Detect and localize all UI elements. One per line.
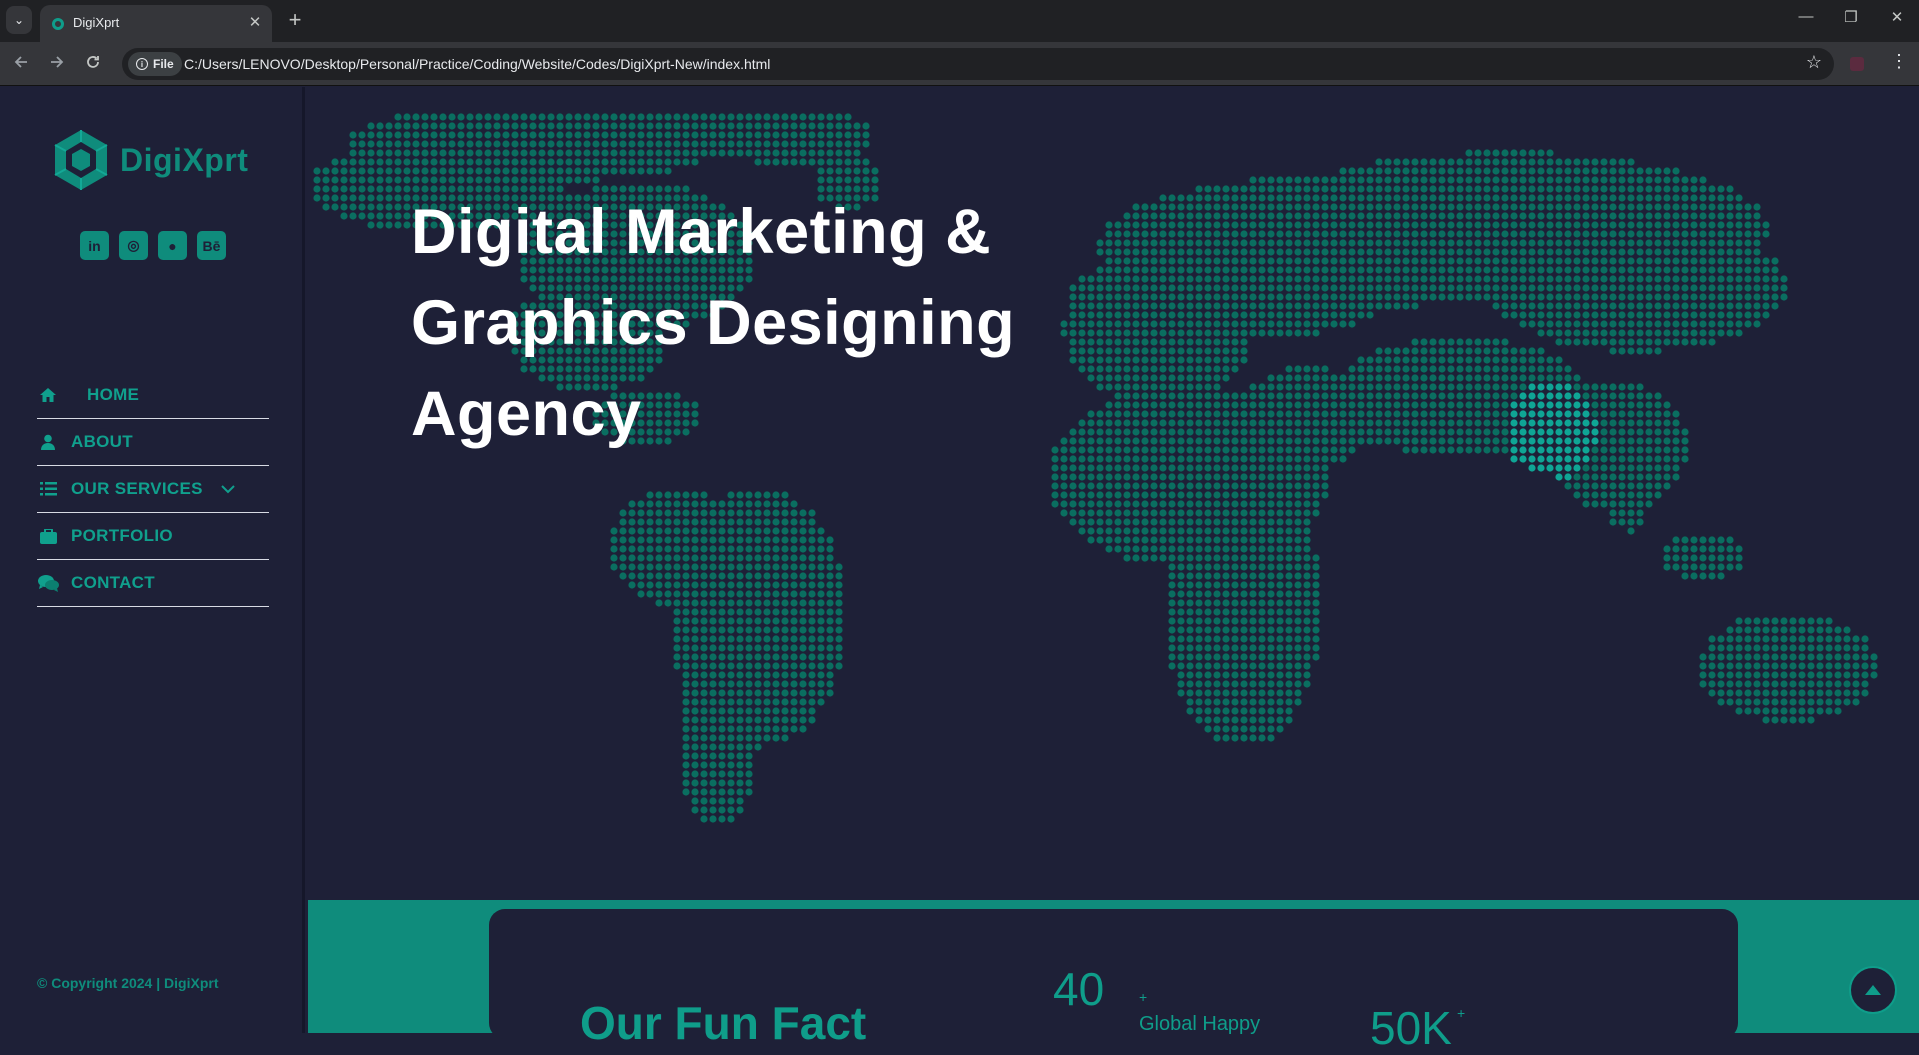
nav-label-portfolio: PORTFOLIO bbox=[71, 526, 173, 545]
logo-text: DigiXprt bbox=[120, 141, 249, 178]
behance-icon[interactable]: Bē bbox=[197, 231, 226, 260]
favicon-icon bbox=[52, 18, 64, 30]
browser-tab-bar: ⌄ DigiXprt ✕ + — ❐ ✕ bbox=[0, 0, 1919, 42]
url-text[interactable]: C:/Users/LENOVO/Desktop/Personal/Practic… bbox=[184, 56, 770, 72]
social-links: in ◎ ● Bē bbox=[80, 231, 226, 260]
minimize-button[interactable]: — bbox=[1791, 8, 1821, 25]
sidebar: DigiXprt in ◎ ● Bē HOME ABOUT OUR SERVIC… bbox=[0, 87, 305, 1033]
back-button[interactable] bbox=[8, 51, 34, 77]
github-icon[interactable]: ● bbox=[158, 231, 187, 260]
window-close-button[interactable]: ✕ bbox=[1882, 8, 1912, 26]
scroll-to-top-button[interactable] bbox=[1849, 966, 1897, 1014]
browser-tab[interactable]: DigiXprt ✕ bbox=[40, 5, 272, 42]
tab-title: DigiXprt bbox=[73, 15, 120, 30]
nav-item-services[interactable]: OUR SERVICES bbox=[37, 466, 269, 513]
stat-value-clients: 40 bbox=[1053, 963, 1105, 1015]
arrow-left-icon bbox=[14, 56, 27, 68]
hexagon-logo-icon bbox=[54, 130, 108, 190]
forward-button[interactable] bbox=[44, 51, 70, 77]
nav-label-about: ABOUT bbox=[71, 432, 133, 451]
hero-title: Digital Marketing & Graphics Designing A… bbox=[411, 187, 1015, 460]
hero-title-line-3: Agency bbox=[411, 379, 642, 449]
fun-fact-heading: Our Fun Fact bbox=[580, 997, 867, 1049]
reload-button[interactable] bbox=[80, 51, 106, 77]
nav-label-contact: CONTACT bbox=[71, 573, 155, 592]
comments-icon bbox=[37, 574, 59, 592]
hero-title-line-2: Graphics Designing bbox=[411, 288, 1016, 358]
fun-fact-section: Our Fun Fact 40 + Global Happy 50K + bbox=[308, 900, 1919, 1054]
tab-search-button[interactable]: ⌄ bbox=[6, 6, 32, 34]
restore-button[interactable]: ❐ bbox=[1836, 8, 1866, 26]
arrow-up-icon bbox=[1865, 985, 1881, 995]
user-icon bbox=[37, 434, 59, 450]
reload-icon bbox=[87, 56, 99, 68]
logo[interactable]: DigiXprt bbox=[48, 127, 248, 193]
nav-label-home: HOME bbox=[87, 385, 140, 404]
main-nav: HOME ABOUT OUR SERVICES PORTFOLIO CONTAC… bbox=[37, 372, 269, 607]
address-bar[interactable]: i File C:/Users/LENOVO/Desktop/Personal/… bbox=[122, 48, 1834, 80]
instagram-icon[interactable]: ◎ bbox=[119, 231, 148, 260]
stat-value-second: 50K bbox=[1370, 1002, 1452, 1054]
site-chip-label: File bbox=[153, 57, 174, 71]
tab-close-button[interactable]: ✕ bbox=[246, 13, 264, 31]
browser-toolbar: i File C:/Users/LENOVO/Desktop/Personal/… bbox=[0, 42, 1919, 86]
extension-icon[interactable] bbox=[1850, 57, 1864, 71]
nav-item-home[interactable]: HOME bbox=[37, 372, 269, 419]
briefcase-icon bbox=[37, 528, 59, 544]
chevron-down-icon[interactable] bbox=[221, 479, 235, 499]
linkedin-icon[interactable]: in bbox=[80, 231, 109, 260]
stat-suffix-second: + bbox=[1457, 1005, 1466, 1021]
home-icon bbox=[37, 387, 59, 403]
new-tab-button[interactable]: + bbox=[282, 6, 308, 34]
bookmark-star-icon[interactable]: ☆ bbox=[1806, 52, 1822, 73]
hero-title-line-1: Digital Marketing & bbox=[411, 197, 992, 267]
info-icon: i bbox=[136, 58, 148, 70]
arrow-right-icon bbox=[51, 56, 64, 68]
copyright-text: © Copyright 2024 | DigiXprt bbox=[37, 975, 219, 991]
nav-item-contact[interactable]: CONTACT bbox=[37, 560, 269, 607]
list-icon bbox=[37, 482, 59, 496]
stat-suffix-clients: + bbox=[1139, 989, 1148, 1005]
nav-label-services: OUR SERVICES bbox=[71, 479, 203, 498]
browser-menu-button[interactable]: ⋮ bbox=[1890, 51, 1908, 72]
nav-item-portfolio[interactable]: PORTFOLIO bbox=[37, 513, 269, 560]
fun-fact-card: Our Fun Fact 40 + Global Happy 50K + bbox=[489, 909, 1738, 1054]
hero-section: Digital Marketing & Graphics Designing A… bbox=[308, 87, 1919, 900]
nav-item-about[interactable]: ABOUT bbox=[37, 419, 269, 466]
site-info-chip[interactable]: i File bbox=[128, 52, 182, 76]
